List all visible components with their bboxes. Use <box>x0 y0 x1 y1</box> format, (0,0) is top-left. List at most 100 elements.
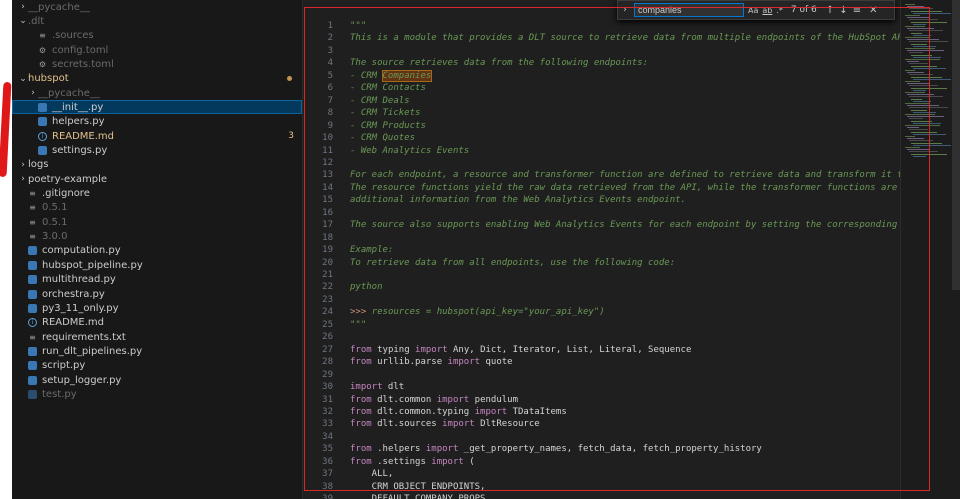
explorer-folder-row[interactable]: › __pycache__ <box>12 86 302 100</box>
chevron-right-icon: › <box>21 2 25 12</box>
code-line: 23 <box>303 294 900 307</box>
explorer-file-row[interactable]: ⚙ config.toml <box>12 43 302 57</box>
explorer-item-label: py3_11_only.py <box>42 302 119 314</box>
explorer-file-row[interactable]: ≡ .sources <box>12 29 302 43</box>
code-token: quote <box>480 357 513 368</box>
explorer-file-row[interactable]: orchestra.py <box>12 287 302 301</box>
line-number: 1 <box>327 21 333 31</box>
code-line: 38 CRM_OBJECT_ENDPOINTS, <box>303 481 900 494</box>
modified-dot-icon <box>287 76 292 82</box>
code-token: import <box>442 419 475 430</box>
explorer-folder-row[interactable]: › logs <box>12 158 302 172</box>
code-line: 27 from typing import Any, Dict, Iterator… <box>303 344 900 357</box>
find-input[interactable]: companies <box>634 3 744 17</box>
explorer-file-row[interactable]: i README.md 3 <box>12 129 302 143</box>
explorer-file-row[interactable]: ≡ 0.5.1 <box>12 215 302 229</box>
explorer-file-row[interactable]: i README.md <box>12 316 302 330</box>
explorer-item-label: logs <box>28 159 49 171</box>
line-number: 22 <box>322 282 333 293</box>
whole-word-toggle[interactable]: ab <box>762 6 772 15</box>
explorer-file-row[interactable]: helpers.py <box>12 115 302 129</box>
explorer-file-row[interactable]: ≡ 3.0.0 <box>12 230 302 244</box>
explorer-file-row[interactable]: multithread.py <box>12 273 302 287</box>
explorer-item-label: .dlt <box>28 15 45 27</box>
minimap-line <box>909 30 943 32</box>
explorer-file-row[interactable]: ≡ .gitignore <box>12 187 302 201</box>
code-editor[interactable]: 1 """ 2 This is a module that provides a DL… <box>303 0 900 499</box>
code-line: 5 - CRM Companies <box>303 69 900 83</box>
explorer-folder-row[interactable]: › __pycache__ <box>12 0 302 14</box>
minimap-line <box>913 133 946 135</box>
explorer-folder-row[interactable]: ⌄ .dlt <box>12 14 302 28</box>
line-number: 31 <box>322 394 333 405</box>
minimap-line <box>907 116 944 118</box>
minimap[interactable] <box>900 0 960 499</box>
gear-icon: ⚙ <box>38 59 47 69</box>
explorer-file-row[interactable]: hubspot_pipeline.py <box>12 258 302 272</box>
explorer-file-row[interactable]: computation.py <box>12 244 302 258</box>
explorer-item-label: 3.0.0 <box>42 231 68 243</box>
explorer-file-row[interactable]: py3_11_only.py <box>12 301 302 315</box>
chevron-right-icon: › <box>21 174 25 185</box>
explorer-file-row[interactable]: ≡ requirements.txt <box>12 330 302 344</box>
minimap-line <box>909 140 933 142</box>
gear-icon: ⚙ <box>38 45 47 55</box>
previous-match-arrow-up-icon[interactable]: ↑ <box>826 5 834 16</box>
minimap-line <box>907 17 929 19</box>
code-line: 30 import dlt <box>303 381 900 394</box>
explorer-item-label: __pycache__ <box>38 87 100 99</box>
minimap-line <box>911 109 927 111</box>
explorer-item-label: config.toml <box>52 44 109 56</box>
find-in-selection-icon[interactable]: ≡ <box>853 5 861 16</box>
python-file-icon <box>28 389 37 399</box>
code-line: 22 python <box>303 281 900 294</box>
minimap-line <box>909 118 923 120</box>
minimap-line <box>913 155 926 157</box>
code-token: import <box>474 406 508 417</box>
minimap-line <box>907 149 929 151</box>
minimap-line <box>913 12 951 14</box>
explorer-file-row[interactable]: settings.py <box>12 144 302 158</box>
line-number: 34 <box>322 431 333 442</box>
text-file-icon: ≡ <box>29 232 36 242</box>
explorer-file-row[interactable]: __init__.py <box>12 100 302 115</box>
toggle-replace-chevron-icon[interactable]: › <box>618 5 632 15</box>
next-match-arrow-down-icon[interactable]: ↓ <box>839 5 847 16</box>
regex-toggle[interactable]: .* <box>776 6 783 15</box>
minimap-line <box>911 142 942 144</box>
minimap-line <box>905 37 930 38</box>
code-line: 11 - Web Analytics Events <box>303 145 900 158</box>
explorer-file-row[interactable]: run_dlt_pipelines.py <box>12 344 302 358</box>
minimap-line <box>913 100 931 102</box>
minimap-line <box>911 87 947 89</box>
code-token: - CRM Tickets <box>350 108 421 119</box>
text-file-icon: ≡ <box>29 189 36 199</box>
code-token: The source also supports enabling Web An… <box>350 220 900 231</box>
line-number: 29 <box>322 369 333 380</box>
minimap-line <box>911 76 942 78</box>
line-number: 19 <box>322 245 333 256</box>
match-case-toggle[interactable]: Aa <box>748 6 758 15</box>
code-token: ALL, <box>350 469 394 480</box>
explorer-item-label: requirements.txt <box>42 331 126 343</box>
minimap-line <box>911 120 932 122</box>
explorer-file-row[interactable]: ⚙ secrets.toml <box>12 57 302 71</box>
explorer-file-row[interactable]: script.py <box>12 359 302 373</box>
code-token: .settings <box>371 456 432 467</box>
code-token: - CRM Products <box>350 120 426 131</box>
minimap-line <box>909 74 933 76</box>
explorer-file-row[interactable]: setup_logger.py <box>12 373 302 387</box>
explorer-file-row[interactable]: test.py <box>12 387 302 401</box>
explorer-folder-row[interactable]: ⌄ hubspot <box>12 72 302 86</box>
code-token: CRM_OBJECT_ENDPOINTS, <box>350 481 486 492</box>
minimap-line <box>907 83 929 85</box>
editor-scrollbar[interactable] <box>952 0 960 290</box>
python-file-icon <box>28 289 37 299</box>
explorer-file-row[interactable]: ≡ 0.5.1 <box>12 201 302 215</box>
minimap-line <box>909 107 948 109</box>
minimap-line <box>911 153 947 155</box>
minimap-line <box>913 144 951 146</box>
code-line: 8 - CRM Tickets <box>303 107 900 120</box>
explorer-folder-row[interactable]: › poetry-example <box>12 172 302 186</box>
close-icon[interactable]: ✕ <box>869 5 877 16</box>
